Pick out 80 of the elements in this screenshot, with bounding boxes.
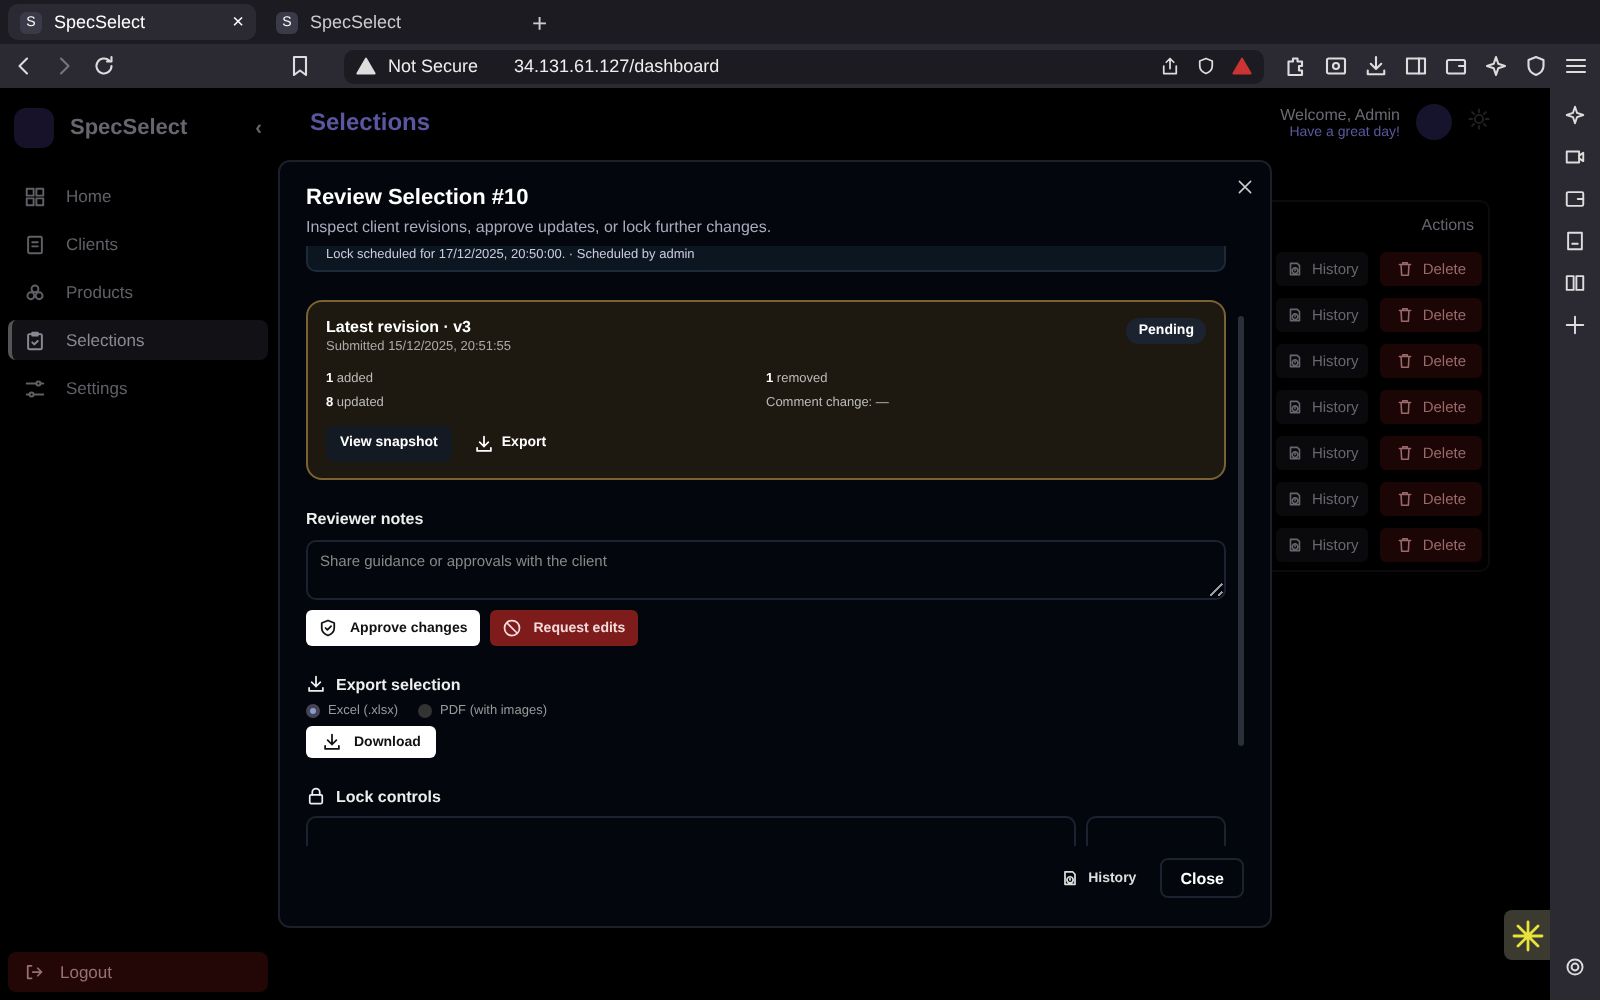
menu-icon xyxy=(1564,54,1588,78)
section-title: Export selection xyxy=(336,675,461,694)
shield-icon xyxy=(1524,54,1548,78)
nav-icon xyxy=(24,233,46,255)
history-icon xyxy=(1285,352,1304,370)
nav-icon xyxy=(24,185,46,207)
security-label: Not Secure xyxy=(388,56,479,76)
close-icon[interactable]: × xyxy=(232,11,244,33)
scrollbar[interactable] xyxy=(1238,316,1244,746)
book-icon xyxy=(1564,272,1586,294)
share-icon xyxy=(1160,56,1180,76)
history-icon xyxy=(1285,536,1304,554)
close-icon xyxy=(1236,178,1254,196)
puzzle-icon xyxy=(1284,54,1308,78)
nav-item[interactable]: Clients xyxy=(8,224,268,264)
nav-item[interactable]: Selections xyxy=(8,320,268,360)
history-icon xyxy=(1285,444,1304,462)
assistant-widget[interactable] xyxy=(1504,910,1550,960)
download-icon xyxy=(1364,54,1388,78)
trash-icon xyxy=(1396,260,1415,278)
dialog-subtitle: Inspect client revisions, approve updates, or lock further changes. xyxy=(306,218,774,236)
save-icon xyxy=(1564,230,1586,252)
logout-icon xyxy=(24,962,44,982)
new-tab-button[interactable]: + xyxy=(520,7,560,37)
dialog-title: Review Selection #10 xyxy=(306,186,531,210)
plus-icon xyxy=(1564,314,1586,336)
sparkle-icon xyxy=(1564,104,1586,126)
history-icon xyxy=(1285,306,1304,324)
sparkle-icon xyxy=(1484,54,1508,78)
nav-item[interactable]: Home xyxy=(8,176,268,216)
download-icon xyxy=(322,732,342,753)
address-bar[interactable]: Not Secure 34.131.61.127/dashboard xyxy=(344,49,1264,83)
warning-icon xyxy=(356,56,376,76)
asterisk-icon xyxy=(1511,919,1543,951)
history-icon xyxy=(1285,398,1304,416)
tab-search-icon xyxy=(1324,54,1348,78)
bookmark-icon xyxy=(288,54,312,78)
input-field[interactable] xyxy=(1086,816,1226,846)
video-icon xyxy=(1564,146,1586,168)
nav-icon xyxy=(24,329,46,351)
reload-icon xyxy=(92,54,116,78)
trash-icon xyxy=(1396,536,1415,554)
avatar[interactable] xyxy=(1416,104,1452,140)
section-title: Lock controls xyxy=(336,787,441,805)
notes-label: Reviewer notes xyxy=(306,509,426,528)
column-header: Actions xyxy=(1419,214,1476,238)
brand-name: SpecSelect xyxy=(70,116,188,140)
history-icon xyxy=(1285,490,1304,508)
download-icon xyxy=(306,674,326,695)
nav-icon xyxy=(24,377,46,399)
lock-icon xyxy=(306,786,326,806)
nav-item[interactable]: Products xyxy=(8,272,268,312)
trash-icon xyxy=(1396,306,1415,324)
ban-icon xyxy=(501,618,522,639)
trash-icon xyxy=(1396,490,1415,508)
shield-check-icon xyxy=(318,618,338,639)
url-text: 34.131.61.127/dashboard xyxy=(514,56,720,76)
settings-icon xyxy=(1564,956,1586,978)
nav-icon xyxy=(24,281,46,303)
logo-icon xyxy=(14,108,54,148)
history-icon xyxy=(1285,260,1304,278)
logout-button[interactable]: Logout xyxy=(8,952,268,992)
input-field[interactable] xyxy=(306,816,1076,846)
wallet-icon xyxy=(1444,54,1468,78)
shield-icon xyxy=(1196,56,1216,76)
sidebar-icon xyxy=(1404,54,1428,78)
history-icon xyxy=(1060,868,1081,888)
revision-title: Latest revision · v3 xyxy=(326,317,473,336)
trash-icon xyxy=(1396,444,1415,462)
sun-icon xyxy=(1468,108,1490,130)
triangle-icon xyxy=(1232,56,1252,76)
collapse-icon[interactable]: ‹ xyxy=(255,117,262,139)
welcome-text: Welcome, Admin xyxy=(1280,105,1400,123)
nav-item[interactable]: Settings xyxy=(8,368,268,408)
download-icon xyxy=(473,433,494,454)
page-title: Selections xyxy=(310,108,431,136)
wallet-icon xyxy=(1564,188,1586,210)
close-button[interactable]: Close xyxy=(1160,858,1244,898)
trash-icon xyxy=(1396,398,1415,416)
trash-icon xyxy=(1396,352,1415,370)
